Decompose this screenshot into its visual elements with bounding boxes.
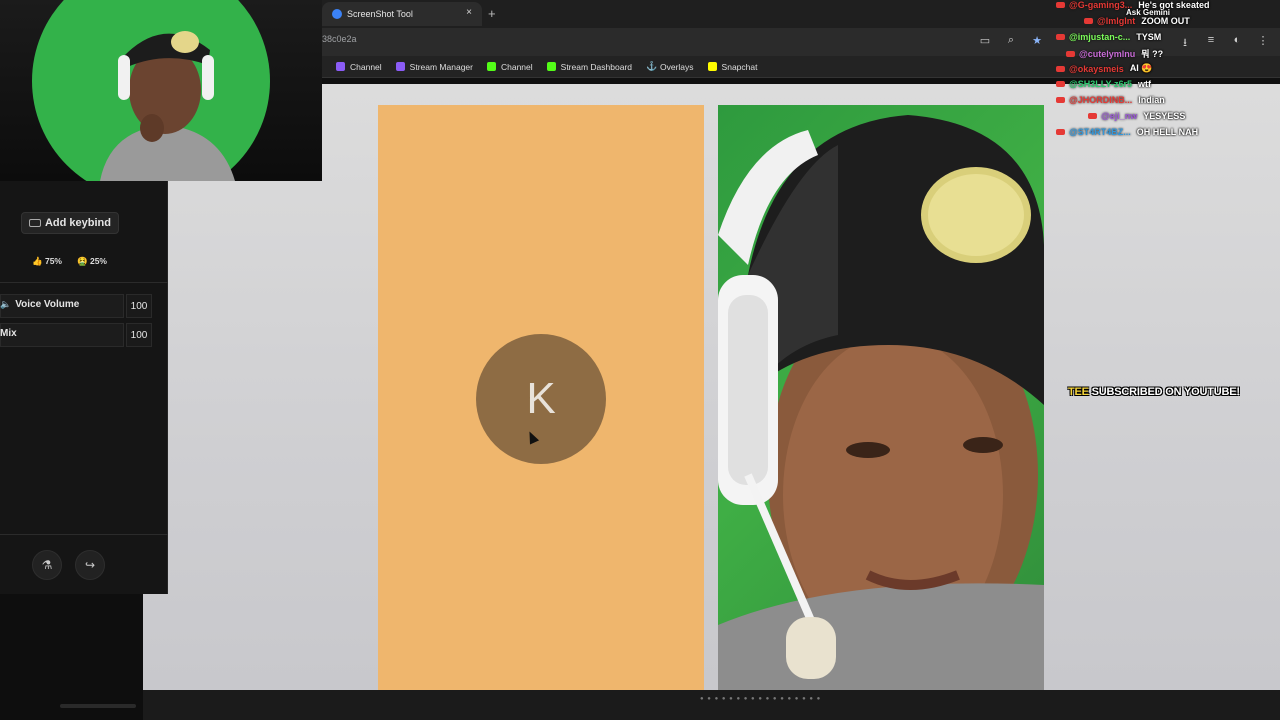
- chat-message: @cutelymlnu 뭐 ??: [1066, 47, 1163, 60]
- youtube-icon: [1056, 34, 1065, 40]
- generated-image-right[interactable]: [718, 105, 1044, 692]
- dislike-ratio: 🤮 25%: [77, 256, 107, 266]
- chat-message: @eji_nw YESYESS: [1088, 111, 1185, 121]
- bookmark-stream-dashboard[interactable]: Stream Dashboard: [546, 62, 632, 72]
- like-ratio: 👍 75%: [32, 256, 62, 266]
- streamer-webcam: [100, 31, 235, 181]
- youtube-icon: [1088, 113, 1097, 119]
- avatar-letter: K: [526, 374, 556, 423]
- webcam-overlay: [0, 0, 322, 181]
- speaker-icon: 🔈: [0, 299, 12, 309]
- youtube-icon: [1056, 129, 1065, 135]
- left-bottom-panel: [0, 594, 143, 720]
- chat-message: @imjustan-c... TYSM: [1056, 32, 1161, 42]
- divider: [0, 282, 168, 283]
- tab-screenshot-tool[interactable]: ScreenShot Tool ×: [322, 2, 482, 26]
- chat-message: @JHORDINB... Indian: [1056, 95, 1165, 105]
- bug-report-button[interactable]: ⚗: [32, 550, 62, 580]
- bookmark-star-icon[interactable]: ★: [1030, 34, 1044, 53]
- close-icon[interactable]: ×: [466, 7, 472, 18]
- voice-volume-row: 🔈 Voice Volume 100: [0, 294, 152, 318]
- youtube-icon: [1056, 97, 1065, 103]
- globe-icon: [332, 9, 342, 19]
- cast-icon[interactable]: ▭: [978, 34, 992, 53]
- url-field[interactable]: 38c0e2a: [322, 34, 357, 44]
- subscription-text: SUBSCRIBED ON YOUTUBE!: [1091, 386, 1240, 398]
- bookmark-twitch-channel[interactable]: Channel: [336, 62, 382, 72]
- audio-panel: Add keybind 👍 75% 🤮 25% 🔈 Voice Volume 10…: [0, 180, 168, 594]
- divider: [0, 534, 168, 535]
- tab-title: ScreenShot Tool: [347, 9, 413, 19]
- twitch-icon: [395, 62, 405, 71]
- share-button[interactable]: ↪: [75, 550, 105, 580]
- chat-message: @okaysmeis AI 😍: [1056, 63, 1153, 74]
- voice-volume-value[interactable]: 100: [126, 294, 152, 318]
- youtube-icon: [1066, 50, 1075, 57]
- subscription-alert: TEE SUBSCRIBED ON YOUTUBE!: [1068, 386, 1240, 398]
- youtube-icon: [1084, 18, 1093, 24]
- mix-label: Mix: [0, 328, 17, 339]
- bottom-strip: [143, 690, 1280, 720]
- live-chat-overlay: @G-gaming3... He's got skeated Ask Gemini…: [1050, 0, 1280, 150]
- bookmark-kick-channel[interactable]: Channel: [486, 62, 533, 72]
- add-keybind-label: Add keybind: [44, 217, 111, 229]
- voice-volume-label: Voice Volume: [15, 299, 80, 310]
- chat-message: @ST4RT4BZ... OH HELL NAH: [1056, 127, 1198, 137]
- bookmark-snapchat[interactable]: Snapchat: [707, 62, 757, 72]
- youtube-icon: [1056, 2, 1065, 8]
- bookmark-overlays[interactable]: ⚓ Overlays: [646, 62, 694, 72]
- mix-row: Mix 100: [0, 323, 152, 347]
- pager-dots: ● ● ● ● ● ● ● ● ● ● ● ● ● ● ● ● ●: [700, 696, 822, 702]
- share-icon: ↪: [84, 558, 96, 572]
- chat-message: @lmlglnt ZOOM OUT: [1084, 16, 1190, 26]
- kick-icon: [486, 62, 496, 71]
- chat-message: @SH3LLY-z6r5 wtf: [1056, 79, 1151, 89]
- person-photo: [718, 115, 1044, 692]
- youtube-icon: [1056, 65, 1065, 72]
- anchor-icon: ⚓: [646, 61, 658, 71]
- mix-value[interactable]: 100: [126, 323, 152, 347]
- new-tab-button[interactable]: +: [488, 6, 496, 21]
- zoom-icon[interactable]: ⌕: [1004, 34, 1018, 53]
- mix-slider[interactable]: [0, 323, 124, 347]
- youtube-icon: [1056, 81, 1065, 87]
- kick-icon: [546, 62, 556, 71]
- snapchat-icon: [707, 62, 717, 71]
- twitch-icon: [336, 62, 345, 71]
- bookmark-stream-manager[interactable]: Stream Manager: [395, 62, 473, 72]
- flask-icon: ⚗: [41, 558, 53, 572]
- subscriber-name: TEE: [1068, 386, 1089, 398]
- keyboard-icon: [28, 219, 41, 227]
- scrollbar[interactable]: [60, 704, 136, 708]
- avatar: K: [476, 334, 606, 464]
- add-keybind-button[interactable]: Add keybind: [21, 212, 119, 234]
